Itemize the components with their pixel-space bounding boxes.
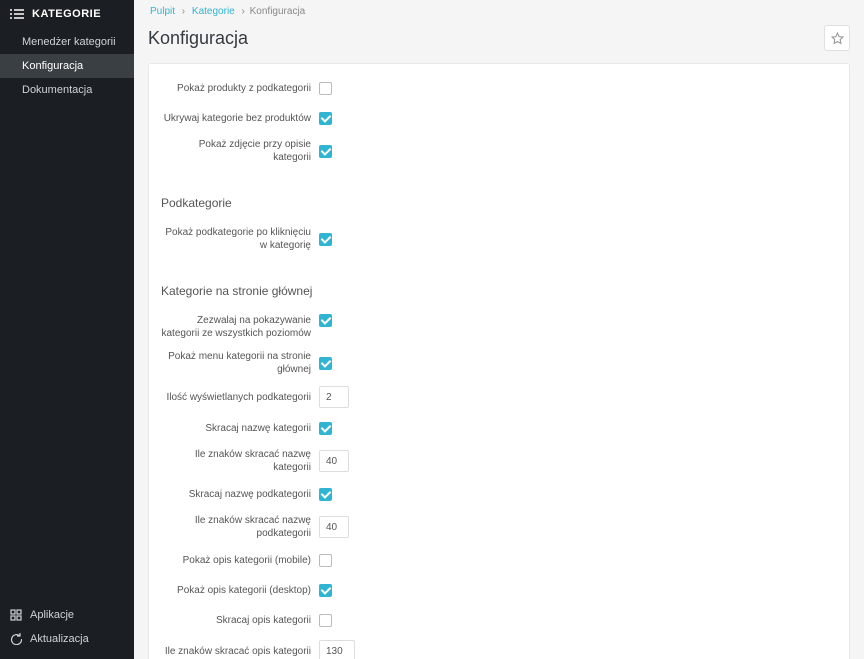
row-allow-all-levels: Zezwalaj na pokazywanie kategorii ze wsz… — [161, 314, 837, 340]
row-truncate-cat-chars: Ile znaków skracać nazwę kategorii — [161, 448, 837, 474]
breadcrumb-sep: › — [182, 6, 185, 17]
breadcrumb-link[interactable]: Kategorie — [192, 6, 235, 17]
form-label: Pokaż produkty z podkategorii — [161, 82, 319, 95]
row-truncate-cat: Skracaj nazwę kategorii — [161, 418, 837, 438]
panel-heading-homepage: Kategorie na stronie głównej — [149, 274, 849, 308]
row-show-desc-desktop: Pokaż opis kategorii (desktop) — [161, 580, 837, 600]
form-label: Ukrywaj kategorie bez produktów — [161, 112, 319, 125]
main: Pulpit › Kategorie › Konfiguracja Konfig… — [134, 0, 864, 659]
checkbox-show-image[interactable] — [319, 145, 332, 158]
checkbox-truncate-sub[interactable] — [319, 488, 332, 501]
row-show-on-click: Pokaż podkategorie po kliknięciu w kateg… — [161, 226, 837, 252]
form-label: Zezwalaj na pokazywanie kategorii ze wsz… — [161, 314, 319, 340]
row-show-desc-mobile: Pokaż opis kategorii (mobile) — [161, 550, 837, 570]
input-truncate-desc-chars[interactable] — [319, 640, 355, 659]
sidebar-footer-label: Aplikacje — [30, 609, 74, 621]
sidebar-footer-apps[interactable]: Aplikacje — [0, 603, 134, 627]
row-hide-empty: Ukrywaj kategorie bez produktów — [161, 108, 837, 128]
form-label: Skracaj nazwę podkategorii — [161, 488, 319, 501]
breadcrumb: Pulpit › Kategorie › Konfiguracja — [134, 0, 864, 21]
apps-icon — [10, 609, 22, 621]
page-title: Konfiguracja — [148, 28, 824, 49]
input-subcat-count[interactable] — [319, 386, 349, 408]
content: Pokaż produkty z podkategorii Ukrywaj ka… — [134, 63, 864, 659]
input-truncate-sub-chars[interactable] — [319, 516, 349, 538]
row-truncate-desc: Skracaj opis kategorii — [161, 610, 837, 630]
sidebar-title: KATEGORIE — [32, 8, 101, 20]
checkbox-truncate-desc[interactable] — [319, 614, 332, 627]
sidebar-footer-label: Aktualizacja — [30, 633, 89, 645]
panel-general: Pokaż produkty z podkategorii Ukrywaj ka… — [148, 63, 850, 659]
checkbox-show-desc-mobile[interactable] — [319, 554, 332, 567]
row-truncate-desc-chars: Ile znaków skracać opis kategorii — [161, 640, 837, 659]
refresh-icon — [10, 633, 22, 645]
row-show-menu: Pokaż menu kategorii na stronie głównej — [161, 350, 837, 376]
sidebar-footer-update[interactable]: Aktualizacja — [0, 627, 134, 651]
form-label: Ilość wyświetlanych podkategorii — [161, 391, 319, 404]
input-truncate-cat-chars[interactable] — [319, 450, 349, 472]
breadcrumb-sep: › — [242, 6, 245, 17]
form-label: Ile znaków skracać opis kategorii — [161, 645, 319, 658]
checkbox-show-menu[interactable] — [319, 357, 332, 370]
sidebar: KATEGORIE Menedżer kategorii Konfiguracj… — [0, 0, 134, 659]
checkbox-hide-empty[interactable] — [319, 112, 332, 125]
form-label: Pokaż opis kategorii (desktop) — [161, 584, 319, 597]
row-show-image: Pokaż zdjęcie przy opisie kategorii — [161, 138, 837, 164]
page-title-row: Konfiguracja — [134, 21, 864, 63]
row-truncate-sub: Skracaj nazwę podkategorii — [161, 484, 837, 504]
sidebar-item-config[interactable]: Konfiguracja — [0, 54, 134, 78]
form-label: Pokaż podkategorie po kliknięciu w kateg… — [161, 226, 319, 252]
sidebar-item-label: Dokumentacja — [22, 84, 92, 96]
sidebar-footer: Aplikacje Aktualizacja — [0, 603, 134, 659]
form-label: Pokaż zdjęcie przy opisie kategorii — [161, 138, 319, 164]
breadcrumb-current: Konfiguracja — [250, 6, 306, 17]
form-label: Ile znaków skracać nazwę podkategorii — [161, 514, 319, 540]
form-label: Pokaż opis kategorii (mobile) — [161, 554, 319, 567]
sidebar-item-label: Menedżer kategorii — [22, 36, 116, 48]
checkbox-show-on-click[interactable] — [319, 233, 332, 246]
breadcrumb-link[interactable]: Pulpit — [150, 6, 175, 17]
sidebar-nav: Menedżer kategorii Konfiguracja Dokument… — [0, 30, 134, 603]
star-icon — [831, 32, 844, 45]
list-icon — [10, 8, 24, 20]
row-show-products: Pokaż produkty z podkategorii — [161, 78, 837, 98]
sidebar-item-docs[interactable]: Dokumentacja — [0, 78, 134, 102]
favorite-button[interactable] — [824, 25, 850, 51]
checkbox-truncate-cat[interactable] — [319, 422, 332, 435]
form-label: Skracaj opis kategorii — [161, 614, 319, 627]
form-label: Pokaż menu kategorii na stronie głównej — [161, 350, 319, 376]
form-label: Ile znaków skracać nazwę kategorii — [161, 448, 319, 474]
checkbox-show-products[interactable] — [319, 82, 332, 95]
row-subcat-count: Ilość wyświetlanych podkategorii — [161, 386, 837, 408]
sidebar-header: KATEGORIE — [0, 0, 134, 30]
sidebar-item-label: Konfiguracja — [22, 60, 83, 72]
checkbox-show-desc-desktop[interactable] — [319, 584, 332, 597]
form-label: Skracaj nazwę kategorii — [161, 422, 319, 435]
checkbox-allow-all-levels[interactable] — [319, 314, 332, 327]
row-truncate-sub-chars: Ile znaków skracać nazwę podkategorii — [161, 514, 837, 540]
panel-heading-subcategories: Podkategorie — [149, 186, 849, 220]
sidebar-item-manager[interactable]: Menedżer kategorii — [0, 30, 134, 54]
